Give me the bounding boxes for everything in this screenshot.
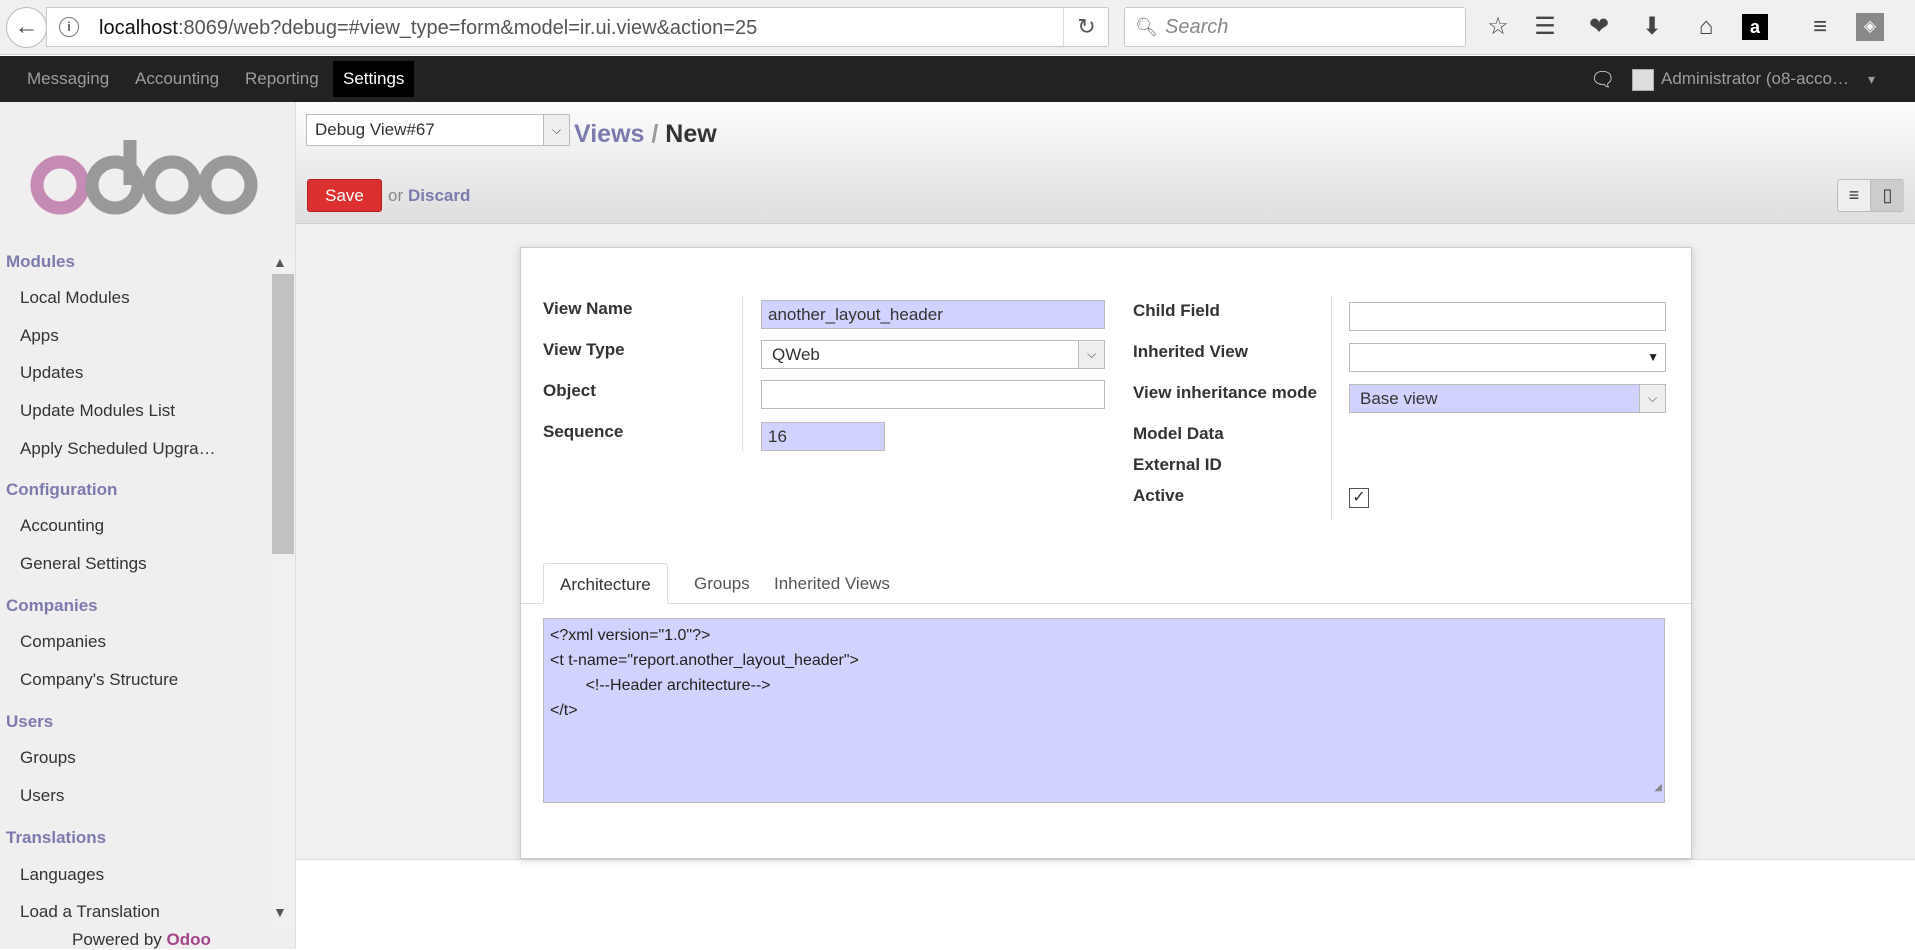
- section-translations[interactable]: Translations: [6, 828, 106, 848]
- extension-shield-icon[interactable]: ◈: [1856, 13, 1884, 41]
- url-text[interactable]: localhost:8069/web?debug=#view_type=form…: [99, 17, 757, 40]
- section-users[interactable]: Users: [6, 712, 53, 732]
- sidebar-item-groups[interactable]: Groups: [20, 748, 76, 768]
- sidebar-item-load-translation[interactable]: Load a Translation: [20, 902, 160, 922]
- browser-toolbar: ← i localhost:8069/web?debug=#view_type=…: [0, 0, 1915, 55]
- bookmark-star-icon[interactable]: ☆: [1481, 10, 1515, 44]
- chevron-down-icon: ⌵: [543, 115, 569, 145]
- active-label: Active: [1133, 486, 1185, 505]
- tab-architecture[interactable]: Architecture: [543, 563, 668, 604]
- reload-icon[interactable]: ↻: [1063, 8, 1109, 46]
- chevron-up-icon[interactable]: ▲: [273, 254, 287, 270]
- inheritance-mode-label: View inheritance mode: [1133, 383, 1317, 402]
- view-switcher: ≡ ▯: [1837, 179, 1904, 212]
- search-icon: 🔍︎: [1135, 17, 1158, 37]
- external-id-label: External ID: [1133, 455, 1222, 474]
- tab-inherited-views[interactable]: Inherited Views: [758, 563, 906, 604]
- sidebar-item-apply-scheduled-upgrades[interactable]: Apply Scheduled Upgra…: [20, 439, 216, 459]
- chevron-down-icon: ⌵: [1078, 341, 1104, 368]
- powered-by: Powered by Odoo: [72, 930, 211, 949]
- sidebar-item-local-modules[interactable]: Local Modules: [20, 288, 130, 308]
- debug-view-select[interactable]: Debug View#67 ⌵: [306, 114, 570, 146]
- sidebar: Modules Local Modules Apps Updates Updat…: [0, 102, 296, 949]
- user-menu[interactable]: Administrator (o8-acco…: [1661, 56, 1861, 102]
- avatar[interactable]: [1632, 69, 1654, 91]
- sidebar-item-languages[interactable]: Languages: [20, 865, 104, 885]
- breadcrumb-separator: /: [651, 120, 659, 148]
- breadcrumb: Views / New: [574, 120, 717, 149]
- form-sheet: View Name View Type Object Sequence anot…: [520, 247, 1692, 859]
- form-content: View Name View Type Object Sequence anot…: [296, 224, 1915, 860]
- sidebar-item-companies[interactable]: Companies: [20, 632, 106, 652]
- sidebar-item-apps[interactable]: Apps: [20, 326, 59, 346]
- child-field-input[interactable]: [1349, 302, 1666, 331]
- form-view-icon[interactable]: ▯: [1871, 180, 1904, 211]
- chevron-down-icon[interactable]: ▾: [1868, 71, 1875, 88]
- section-configuration[interactable]: Configuration: [6, 480, 117, 500]
- divider: [742, 296, 743, 451]
- sidebar-item-accounting[interactable]: Accounting: [20, 516, 104, 536]
- control-panel: Debug View#67 ⌵ Views / New Save or Disc…: [296, 102, 1915, 224]
- section-modules[interactable]: Modules: [6, 252, 75, 272]
- url-bar[interactable]: i localhost:8069/web?debug=#view_type=fo…: [46, 7, 1109, 47]
- top-navbar: Messaging Accounting Reporting Settings …: [0, 56, 1915, 102]
- info-icon[interactable]: i: [59, 17, 79, 37]
- or-label: or: [388, 186, 404, 205]
- menu-icon[interactable]: ≡: [1803, 10, 1837, 44]
- inherited-view-select[interactable]: ▼: [1349, 343, 1666, 372]
- nav-reporting[interactable]: Reporting: [235, 56, 329, 102]
- divider: [1331, 296, 1332, 520]
- list-view-icon[interactable]: ≡: [1838, 180, 1871, 211]
- home-icon[interactable]: ⌂: [1689, 10, 1723, 44]
- nav-messaging[interactable]: Messaging: [17, 56, 119, 102]
- tab-groups[interactable]: Groups: [678, 563, 766, 604]
- caret-down-icon: ▼: [1647, 350, 1659, 364]
- page-title: New: [665, 120, 717, 148]
- object-input[interactable]: [761, 380, 1105, 409]
- child-field-label: Child Field: [1133, 301, 1220, 320]
- chevron-down-icon: ⌵: [1639, 385, 1665, 412]
- view-type-select[interactable]: QWeb ⌵: [761, 340, 1105, 369]
- object-label: Object: [543, 381, 596, 400]
- reading-list-icon[interactable]: ☰: [1528, 10, 1562, 44]
- sidebar-item-users[interactable]: Users: [20, 786, 64, 806]
- sidebar-item-general-settings[interactable]: General Settings: [20, 554, 147, 574]
- pocket-icon[interactable]: ❤: [1582, 10, 1616, 44]
- save-button[interactable]: Save: [307, 179, 382, 212]
- chevron-down-icon[interactable]: ▼: [273, 904, 287, 920]
- download-icon[interactable]: ⬇: [1635, 10, 1669, 44]
- model-data-label: Model Data: [1133, 424, 1224, 443]
- view-name-label: View Name: [543, 299, 633, 318]
- sequence-label: Sequence: [543, 422, 624, 441]
- section-companies[interactable]: Companies: [6, 596, 98, 616]
- chat-icon[interactable]: 🗨︎: [1590, 67, 1615, 92]
- breadcrumb-views[interactable]: Views: [574, 120, 644, 148]
- view-name-input[interactable]: another_layout_header: [761, 300, 1105, 329]
- view-type-label: View Type: [543, 340, 625, 359]
- architecture-text: <?xml version="1.0"?> <t t-name="report.…: [550, 627, 859, 719]
- back-arrow-icon[interactable]: ←: [6, 7, 47, 48]
- nav-accounting[interactable]: Accounting: [125, 56, 229, 102]
- inherited-view-label: Inherited View: [1133, 342, 1248, 361]
- architecture-editor[interactable]: <?xml version="1.0"?> <t t-name="report.…: [543, 618, 1665, 803]
- odoo-logo: [30, 140, 258, 215]
- sidebar-item-update-modules-list[interactable]: Update Modules List: [20, 401, 175, 421]
- browser-search-input[interactable]: 🔍︎ Search: [1124, 7, 1466, 47]
- nav-settings[interactable]: Settings: [333, 61, 415, 97]
- inheritance-mode-select[interactable]: Base view ⌵: [1349, 384, 1666, 413]
- resize-handle-icon[interactable]: ◢: [1654, 775, 1662, 800]
- sidebar-scrollbar-thumb[interactable]: [272, 274, 294, 554]
- amazon-icon[interactable]: a: [1742, 14, 1768, 40]
- sidebar-item-updates[interactable]: Updates: [20, 363, 83, 383]
- discard-button[interactable]: Discard: [408, 186, 470, 206]
- sidebar-item-company-structure[interactable]: Company's Structure: [20, 670, 178, 690]
- sequence-input[interactable]: 16: [761, 422, 885, 451]
- active-checkbox[interactable]: ✓: [1349, 488, 1369, 508]
